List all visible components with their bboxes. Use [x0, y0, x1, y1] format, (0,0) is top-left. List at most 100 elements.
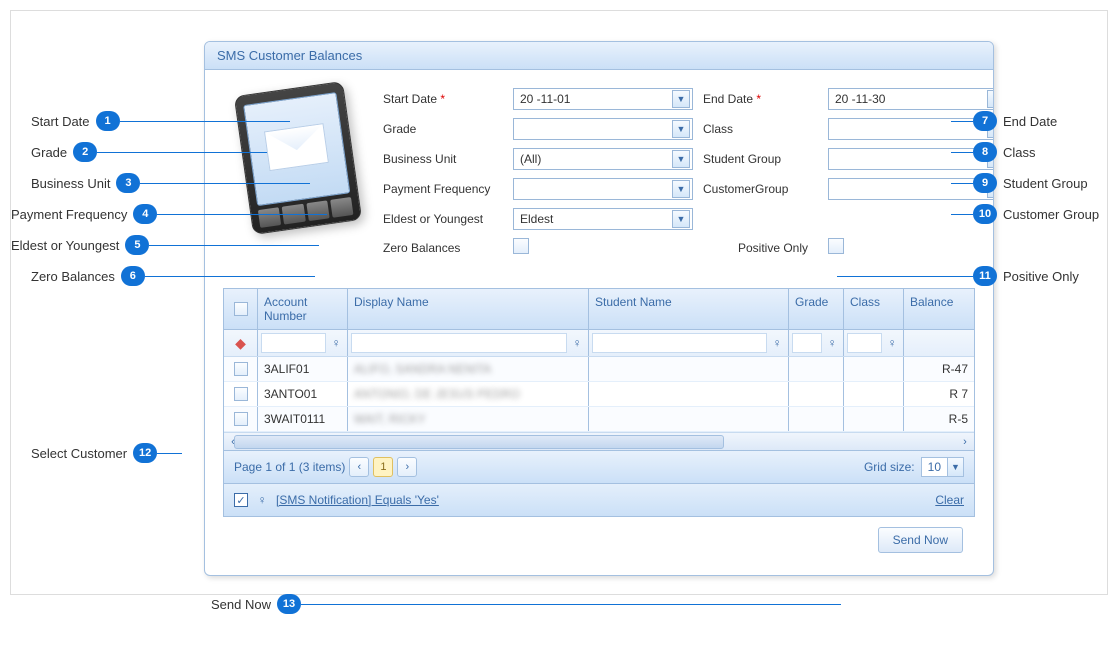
zero-balances-checkbox[interactable]	[513, 238, 529, 254]
col-student-name[interactable]: Student Name	[589, 289, 789, 329]
filter-icon[interactable]: ♀	[569, 335, 585, 351]
pager-text: Page 1 of 1 (3 items)	[234, 460, 345, 474]
table-row[interactable]: 3ALIF01ALIFO, SANDRA NENITA R-47	[224, 357, 974, 382]
callout-12: Select Customer12	[31, 443, 182, 463]
cell-grade	[789, 407, 844, 431]
filter-student-name[interactable]	[592, 333, 767, 353]
clear-filters-icon[interactable]: ◆	[233, 335, 249, 351]
cell-student-name	[589, 382, 789, 406]
col-account[interactable]: Account Number	[258, 289, 348, 329]
dropdown-icon[interactable]: ▼	[672, 150, 690, 168]
filter-icon[interactable]: ♀	[824, 335, 840, 351]
scroll-right-icon[interactable]: ›	[956, 433, 974, 451]
filter-icon[interactable]: ♀	[769, 335, 785, 351]
filter-icon[interactable]: ♀	[884, 335, 900, 351]
zero-balances-label: Zero Balances	[383, 241, 503, 255]
dropdown-icon[interactable]: ▼	[672, 90, 690, 108]
callout-8: Class8	[951, 142, 1036, 162]
callout-2: Grade2	[31, 142, 267, 162]
row-checkbox[interactable]	[234, 387, 248, 401]
table-row[interactable]: 3WAIT0111WAIT, RICKY R-5	[224, 407, 974, 432]
filter-summary-bar: ✓ ♀ [SMS Notification] Equals 'Yes' Clea…	[224, 483, 974, 516]
cell-class	[844, 357, 904, 381]
cell-account: 3ANTO01	[258, 382, 348, 406]
col-grade[interactable]: Grade	[789, 289, 844, 329]
student-group-label: Student Group	[703, 152, 818, 166]
row-checkbox[interactable]	[234, 412, 248, 426]
grid-filter-row: ◆ ♀ ♀ ♀ ♀ ♀	[224, 330, 974, 357]
grade-label: Grade	[383, 122, 503, 136]
dropdown-icon[interactable]: ▼	[672, 120, 690, 138]
dropdown-icon[interactable]: ▼	[987, 90, 994, 108]
grid-header-row: Account Number Display Name Student Name…	[224, 289, 974, 330]
positive-only-checkbox[interactable]	[828, 238, 844, 254]
col-balance[interactable]: Balance	[904, 289, 974, 329]
table-row[interactable]: 3ANTO01ANTONIO, DE JESUS PEDROR 7	[224, 382, 974, 407]
cell-account: 3WAIT0111	[258, 407, 348, 431]
callout-7: End Date7	[951, 111, 1057, 131]
pager-next[interactable]: ›	[397, 457, 417, 477]
end-date-label: End Date *	[703, 92, 818, 106]
filter-display-name[interactable]	[351, 333, 567, 353]
horizontal-scrollbar[interactable]: ‹ ›	[224, 432, 974, 450]
cell-student-name	[589, 357, 789, 381]
dropdown-icon[interactable]: ▼	[672, 210, 690, 228]
end-date-combo[interactable]: 20 -11-30▼	[828, 88, 994, 110]
sms-customer-balances-panel: SMS Customer Balances Start Date * 20 -1…	[204, 41, 994, 576]
cell-display-name: WAIT, RICKY	[348, 407, 589, 431]
callout-10: Customer Group10	[951, 204, 1099, 224]
dropdown-icon[interactable]: ▼	[672, 180, 690, 198]
callout-3: Business Unit3	[31, 173, 310, 193]
select-all-checkbox[interactable]	[234, 302, 248, 316]
cell-account: 3ALIF01	[258, 357, 348, 381]
grade-combo[interactable]: ▼	[513, 118, 693, 140]
customers-grid: Account Number Display Name Student Name…	[223, 288, 975, 517]
pager-page-1[interactable]: 1	[373, 457, 393, 477]
filter-class[interactable]	[847, 333, 882, 353]
cell-balance: R 7	[904, 382, 974, 406]
callout-9: Student Group9	[951, 173, 1088, 193]
cell-grade	[789, 357, 844, 381]
eldest-youngest-combo[interactable]: Eldest▼	[513, 208, 693, 230]
col-display-name[interactable]: Display Name	[348, 289, 589, 329]
callout-5: Eldest or Youngest5	[11, 235, 319, 255]
callout-1: Start Date1	[31, 111, 290, 131]
grid-size-combo[interactable]: 10▼	[921, 457, 964, 477]
filter-grade[interactable]	[792, 333, 822, 353]
grid-size-label: Grid size:	[864, 460, 915, 474]
payment-frequency-label: Payment Frequency	[383, 182, 503, 196]
dropdown-icon[interactable]: ▼	[947, 458, 963, 476]
filter-enabled-checkbox[interactable]: ✓	[234, 493, 248, 507]
send-now-button[interactable]: Send Now	[878, 527, 963, 553]
scroll-thumb[interactable]	[234, 435, 724, 449]
customer-group-label: CustomerGroup	[703, 182, 818, 196]
callout-6: Zero Balances6	[31, 266, 315, 286]
cell-class	[844, 407, 904, 431]
cell-balance: R-47	[904, 357, 974, 381]
eldest-youngest-label: Eldest or Youngest	[383, 212, 503, 226]
filter-icon[interactable]: ♀	[328, 335, 344, 351]
clear-filter-link[interactable]: Clear	[935, 493, 964, 507]
cell-display-name: ALIFO, SANDRA NENITA	[348, 357, 589, 381]
pager-prev[interactable]: ‹	[349, 457, 369, 477]
panel-title: SMS Customer Balances	[205, 42, 993, 70]
filter-account[interactable]	[261, 333, 326, 353]
cell-balance: R-5	[904, 407, 974, 431]
start-date-combo[interactable]: 20 -11-01▼	[513, 88, 693, 110]
row-checkbox[interactable]	[234, 362, 248, 376]
filter-icon: ♀	[254, 492, 270, 508]
callout-4: Payment Frequency4	[11, 204, 327, 224]
business-unit-combo[interactable]: (All)▼	[513, 148, 693, 170]
positive-only-label: Positive Only	[703, 241, 818, 255]
class-label: Class	[703, 122, 818, 136]
callout-11: Positive Only11	[837, 266, 1079, 286]
business-unit-label: Business Unit	[383, 152, 503, 166]
pager: Page 1 of 1 (3 items) ‹ 1 › Grid size: 1…	[224, 450, 974, 483]
start-date-label: Start Date *	[383, 92, 503, 106]
payment-frequency-combo[interactable]: ▼	[513, 178, 693, 200]
cell-grade	[789, 382, 844, 406]
callout-13: Send Now13	[211, 594, 841, 614]
col-class[interactable]: Class	[844, 289, 904, 329]
filter-summary-link[interactable]: [SMS Notification] Equals 'Yes'	[276, 493, 439, 507]
cell-student-name	[589, 407, 789, 431]
